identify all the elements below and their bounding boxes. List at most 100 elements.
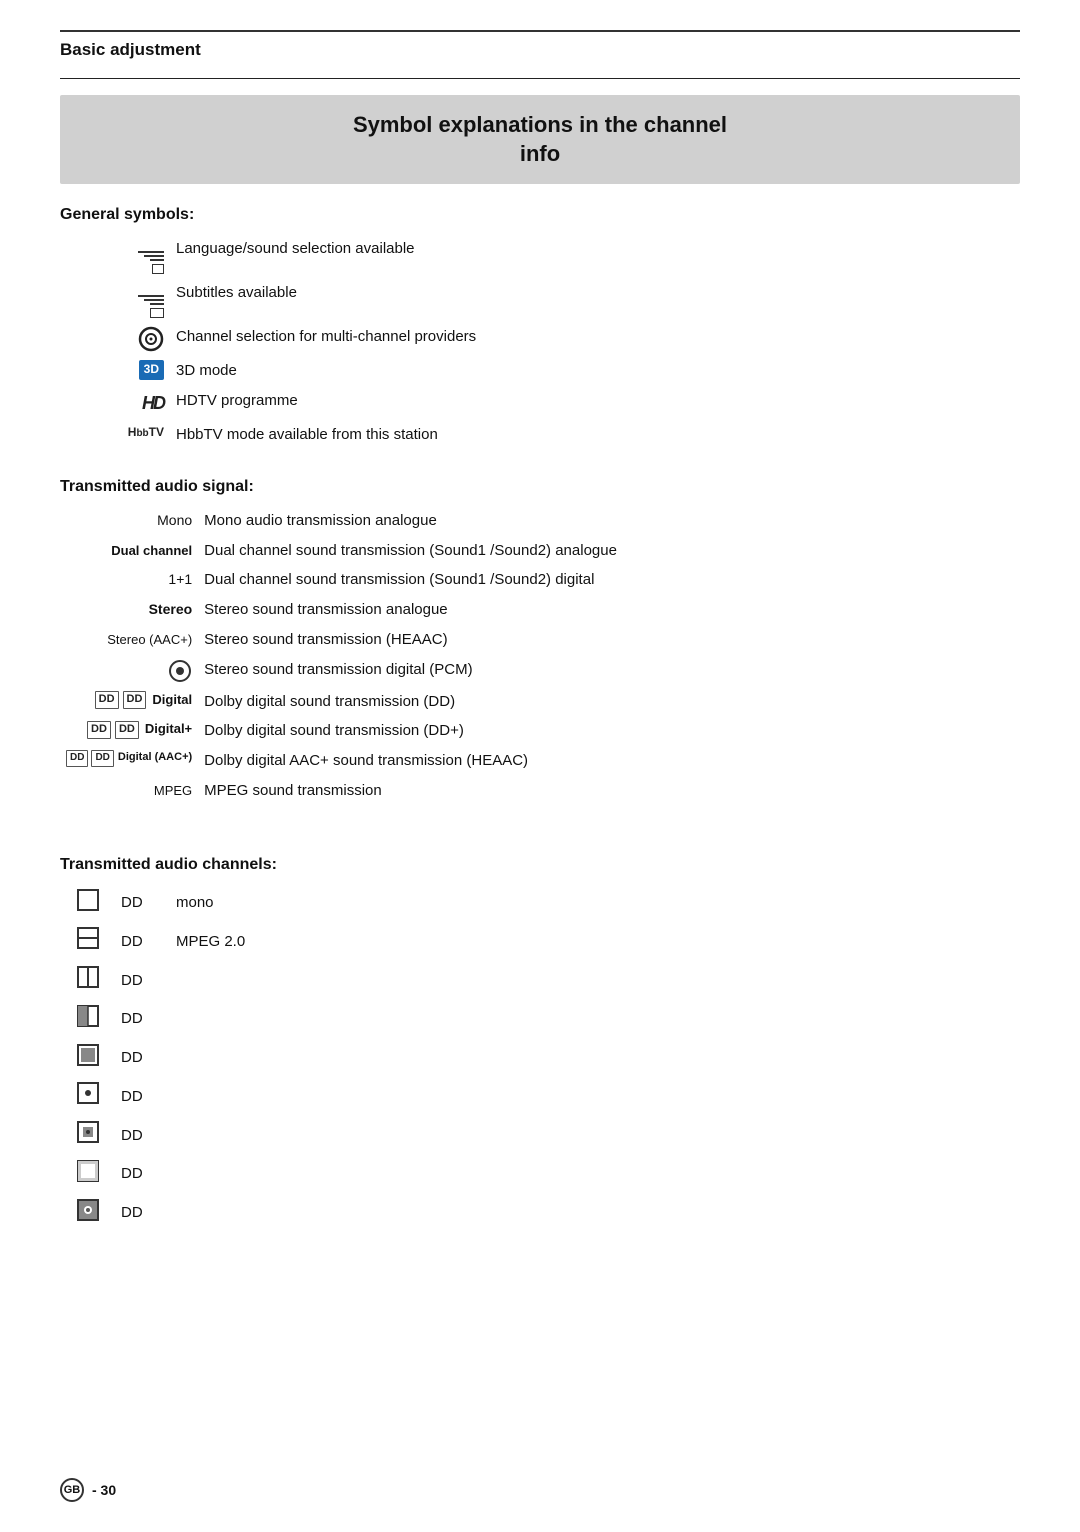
line bbox=[144, 299, 164, 301]
table-row: DD bbox=[60, 1039, 1020, 1078]
table-row: DD bbox=[60, 1000, 1020, 1039]
3d-badge-icon: 3D bbox=[66, 360, 164, 379]
description-cell: MPEG sound transmission bbox=[198, 776, 1020, 806]
pcm-svg bbox=[168, 659, 192, 683]
symbol-cell: HD bbox=[60, 386, 170, 420]
symbol-cell bbox=[60, 234, 170, 278]
table-row: MPEG MPEG sound transmission bbox=[60, 776, 1020, 806]
description-cell: Stereo sound transmission digital (PCM) bbox=[198, 655, 1020, 687]
description-cell: Dual channel sound transmission (Sound1 … bbox=[198, 565, 1020, 595]
channel-box-icon bbox=[77, 1044, 99, 1066]
footer: GB - 30 bbox=[60, 1478, 1020, 1502]
section-header: Basic adjustment bbox=[60, 30, 1020, 60]
description-cell: HbbTV mode available from this station bbox=[170, 420, 1020, 450]
symbol-cell: DD DD Digital bbox=[60, 687, 198, 717]
table-row: Channel selection for multi-channel prov… bbox=[60, 322, 1020, 356]
label-cell bbox=[170, 1155, 1020, 1194]
symbol-cell: 1+1 bbox=[60, 565, 198, 595]
channel-symbol-cell bbox=[60, 1077, 115, 1116]
table-row: DD DD Digital Dolby digital sound transm… bbox=[60, 687, 1020, 717]
table-row: Language/sound selection available bbox=[60, 234, 1020, 278]
audio-signal-heading: Transmitted audio signal: bbox=[60, 478, 1020, 496]
symbol-cell: Stereo (AAC+) bbox=[60, 625, 198, 655]
target-svg bbox=[138, 326, 164, 352]
audio-channels-section: Transmitted audio channels: DD mono bbox=[60, 856, 1020, 1233]
channel-symbol-cell bbox=[60, 922, 115, 961]
dd-badge-1: DD bbox=[66, 750, 88, 767]
one-plus-one-label: 1+1 bbox=[168, 571, 192, 587]
label-cell bbox=[170, 1000, 1020, 1039]
description-cell: HDTV programme bbox=[170, 386, 1020, 420]
table-row: DD mono bbox=[60, 884, 1020, 923]
dd-cell: DD bbox=[115, 1077, 170, 1116]
dd-digital-icon: DD DD Digital bbox=[66, 691, 192, 710]
table-row: DD bbox=[60, 1194, 1020, 1233]
line bbox=[138, 295, 164, 297]
label-cell bbox=[170, 1039, 1020, 1078]
dd-cell: DD bbox=[115, 1039, 170, 1078]
symbol-cell bbox=[60, 655, 198, 687]
description-cell: Channel selection for multi-channel prov… bbox=[170, 322, 1020, 356]
description-cell: Language/sound selection available bbox=[170, 234, 1020, 278]
table-row: DD bbox=[60, 961, 1020, 1000]
hbbtv-badge-icon: HbbTV bbox=[66, 424, 164, 442]
mono-label: Mono bbox=[157, 512, 192, 528]
channel-symbol-cell bbox=[60, 1116, 115, 1155]
table-row: DD DD Digital+ Dolby digital sound trans… bbox=[60, 716, 1020, 746]
screen-icon bbox=[150, 308, 164, 318]
symbol-cell: Mono bbox=[60, 506, 198, 536]
label-cell bbox=[170, 1116, 1020, 1155]
channel-box-icon bbox=[77, 966, 99, 988]
label-cell: MPEG 2.0 bbox=[170, 922, 1020, 961]
label-cell bbox=[170, 1077, 1020, 1116]
line bbox=[138, 251, 164, 253]
channel-box-icon bbox=[77, 1121, 99, 1143]
symbol-cell: HbbTV bbox=[60, 420, 170, 450]
table-row: 3D 3D mode bbox=[60, 356, 1020, 386]
line bbox=[144, 255, 164, 257]
audio-signal-table: Mono Mono audio transmission analogue Du… bbox=[60, 506, 1020, 806]
dd-cell: DD bbox=[115, 884, 170, 923]
country-badge: GB bbox=[60, 1478, 84, 1502]
dd-cell: DD bbox=[115, 1155, 170, 1194]
channel-box-icon bbox=[77, 927, 99, 949]
description-cell: Subtitles available bbox=[170, 278, 1020, 322]
channel-box-icon bbox=[77, 1082, 99, 1104]
audio-channels-heading: Transmitted audio channels: bbox=[60, 856, 1020, 874]
dd-cell: DD bbox=[115, 1194, 170, 1233]
description-cell: Mono audio transmission analogue bbox=[198, 506, 1020, 536]
table-row: 1+1 Dual channel sound transmission (Sou… bbox=[60, 565, 1020, 595]
symbol-cell: MPEG bbox=[60, 776, 198, 806]
page-number: - 30 bbox=[92, 1482, 116, 1498]
digital-label: Digital bbox=[152, 691, 192, 710]
channel-symbol-cell bbox=[60, 1039, 115, 1078]
dd-badge-2: DD bbox=[91, 750, 113, 767]
table-row: HbbTV HbbTV mode available from this sta… bbox=[60, 420, 1020, 450]
digital-aac-label: Digital (AAC+) bbox=[118, 750, 192, 766]
dual-channel-label: Dual channel bbox=[111, 543, 192, 558]
table-row: DD bbox=[60, 1155, 1020, 1194]
stereo-label: Stereo bbox=[149, 601, 193, 617]
dd-cell: DD bbox=[115, 961, 170, 1000]
description-cell: 3D mode bbox=[170, 356, 1020, 386]
symbol-cell: DD DD Digital+ bbox=[60, 716, 198, 746]
channel-box-icon bbox=[77, 889, 99, 911]
circle-target-icon bbox=[66, 326, 164, 352]
table-row: Mono Mono audio transmission analogue bbox=[60, 506, 1020, 536]
table-row: Stereo Stereo sound transmission analogu… bbox=[60, 595, 1020, 625]
general-symbols-table: Language/sound selection available bbox=[60, 234, 1020, 450]
description-cell: Dolby digital sound transmission (DD+) bbox=[198, 716, 1020, 746]
dd-badge-2: DD bbox=[115, 721, 139, 739]
symbol-cell: Stereo bbox=[60, 595, 198, 625]
symbol-cell: 3D bbox=[60, 356, 170, 386]
digital-plus-label: Digital+ bbox=[145, 720, 192, 739]
symbol-cell: DD DD Digital (AAC+) bbox=[60, 746, 198, 776]
table-row: HD HDTV programme bbox=[60, 386, 1020, 420]
channel-symbol-cell bbox=[60, 1000, 115, 1039]
divider bbox=[60, 78, 1020, 79]
mpeg-label: MPEG bbox=[154, 783, 192, 798]
general-symbols-section: General symbols: bbox=[60, 206, 1020, 450]
description-cell: Stereo sound transmission analogue bbox=[198, 595, 1020, 625]
channel-box-icon bbox=[77, 1005, 99, 1027]
label-cell bbox=[170, 961, 1020, 1000]
